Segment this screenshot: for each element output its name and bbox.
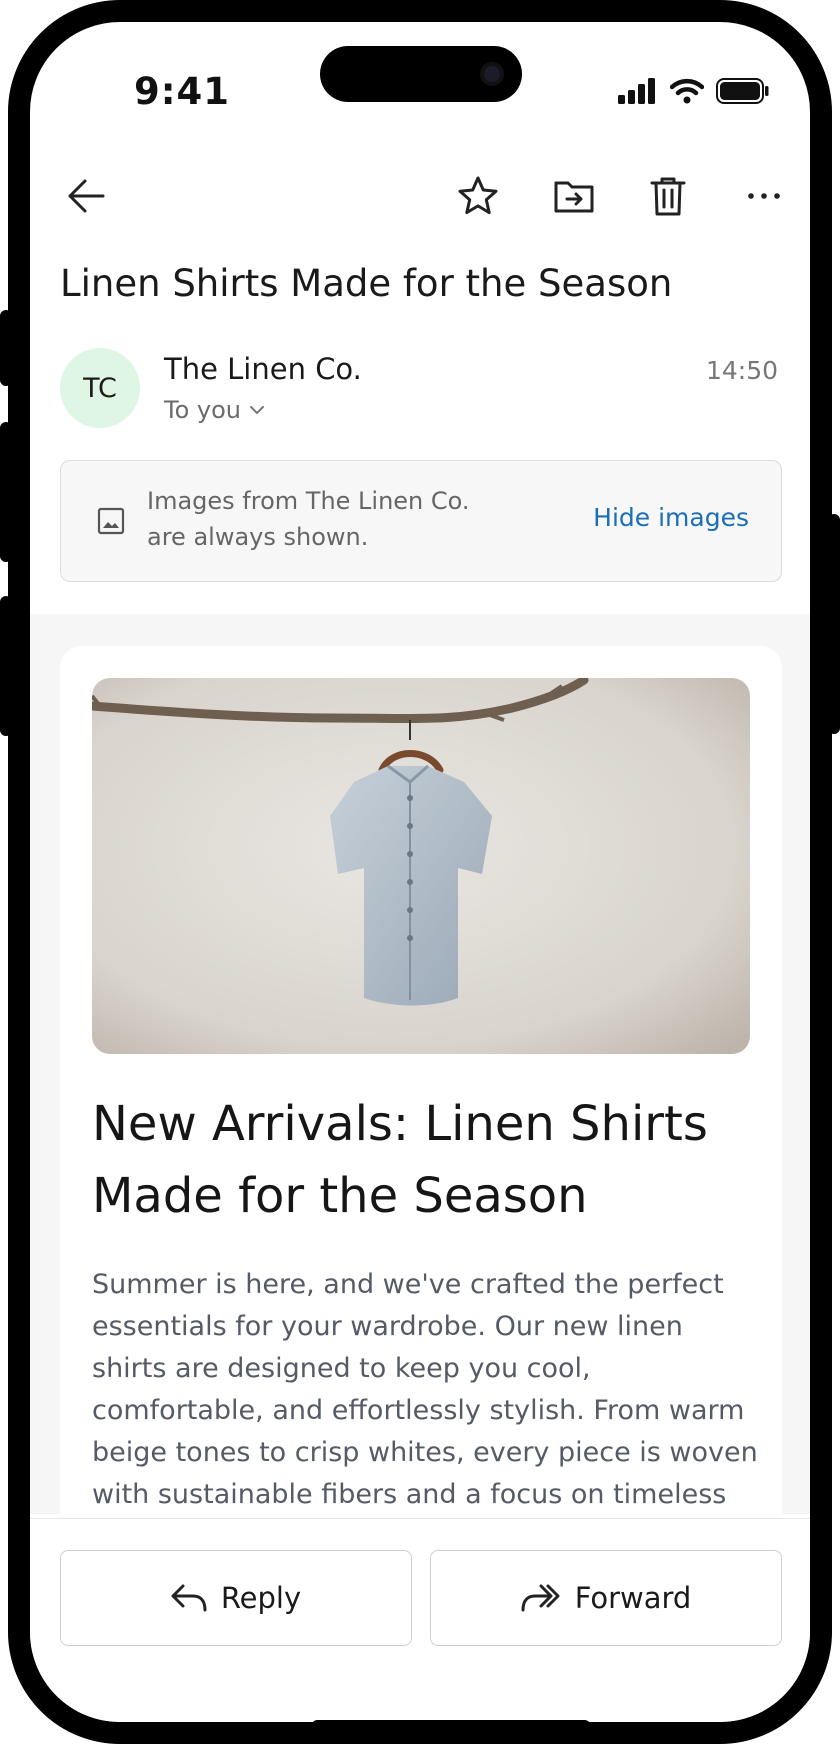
email-subject: Linen Shirts Made for the Season [60, 262, 673, 305]
wifi-icon [670, 78, 704, 104]
images-notice-text: Images from The Linen Co. are always sho… [147, 487, 470, 551]
camera-icon [480, 62, 504, 86]
chevron-down-icon [250, 406, 264, 414]
status-time: 9:41 [134, 70, 231, 113]
email-body-text: Summer is here, and we've crafted the pe… [92, 1269, 758, 1552]
more-horizontal-icon[interactable] [740, 172, 788, 220]
dynamic-island [320, 46, 522, 102]
avatar: TC [60, 348, 140, 428]
images-notice: Images from The Linen Co. are always sho… [60, 460, 782, 582]
reply-button[interactable]: Reply [60, 1550, 412, 1646]
reply-label: Reply [220, 1581, 302, 1615]
battery-icon [716, 78, 769, 104]
trash-icon[interactable] [644, 172, 692, 220]
sender-name[interactable]: The Linen Co. [164, 352, 362, 386]
star-icon[interactable] [454, 172, 502, 220]
phone-frame: 9:41 Linen Shirts Made for the Season TC… [8, 0, 832, 1744]
reply-icon [171, 1584, 207, 1612]
email-headline: New Arrivals: Linen Shirts Made for the … [92, 1096, 708, 1224]
hide-images-link[interactable]: Hide images [593, 503, 749, 532]
status-icons [618, 78, 770, 104]
back-arrow-icon[interactable] [62, 172, 110, 220]
forward-button[interactable]: Forward [430, 1550, 782, 1646]
recipient-toggle[interactable]: To you [164, 396, 265, 424]
forward-icon [521, 1584, 560, 1612]
forward-label: Forward [574, 1581, 692, 1615]
home-indicator[interactable] [312, 1720, 590, 1722]
hero-image-shirt [92, 678, 750, 1054]
screen: 9:41 Linen Shirts Made for the Season TC… [30, 22, 810, 1722]
recipient-label: To you [164, 396, 241, 424]
image-icon [97, 507, 125, 535]
move-to-folder-icon[interactable] [550, 172, 598, 220]
signal-icon [618, 78, 655, 104]
message-time: 14:50 [705, 356, 778, 385]
